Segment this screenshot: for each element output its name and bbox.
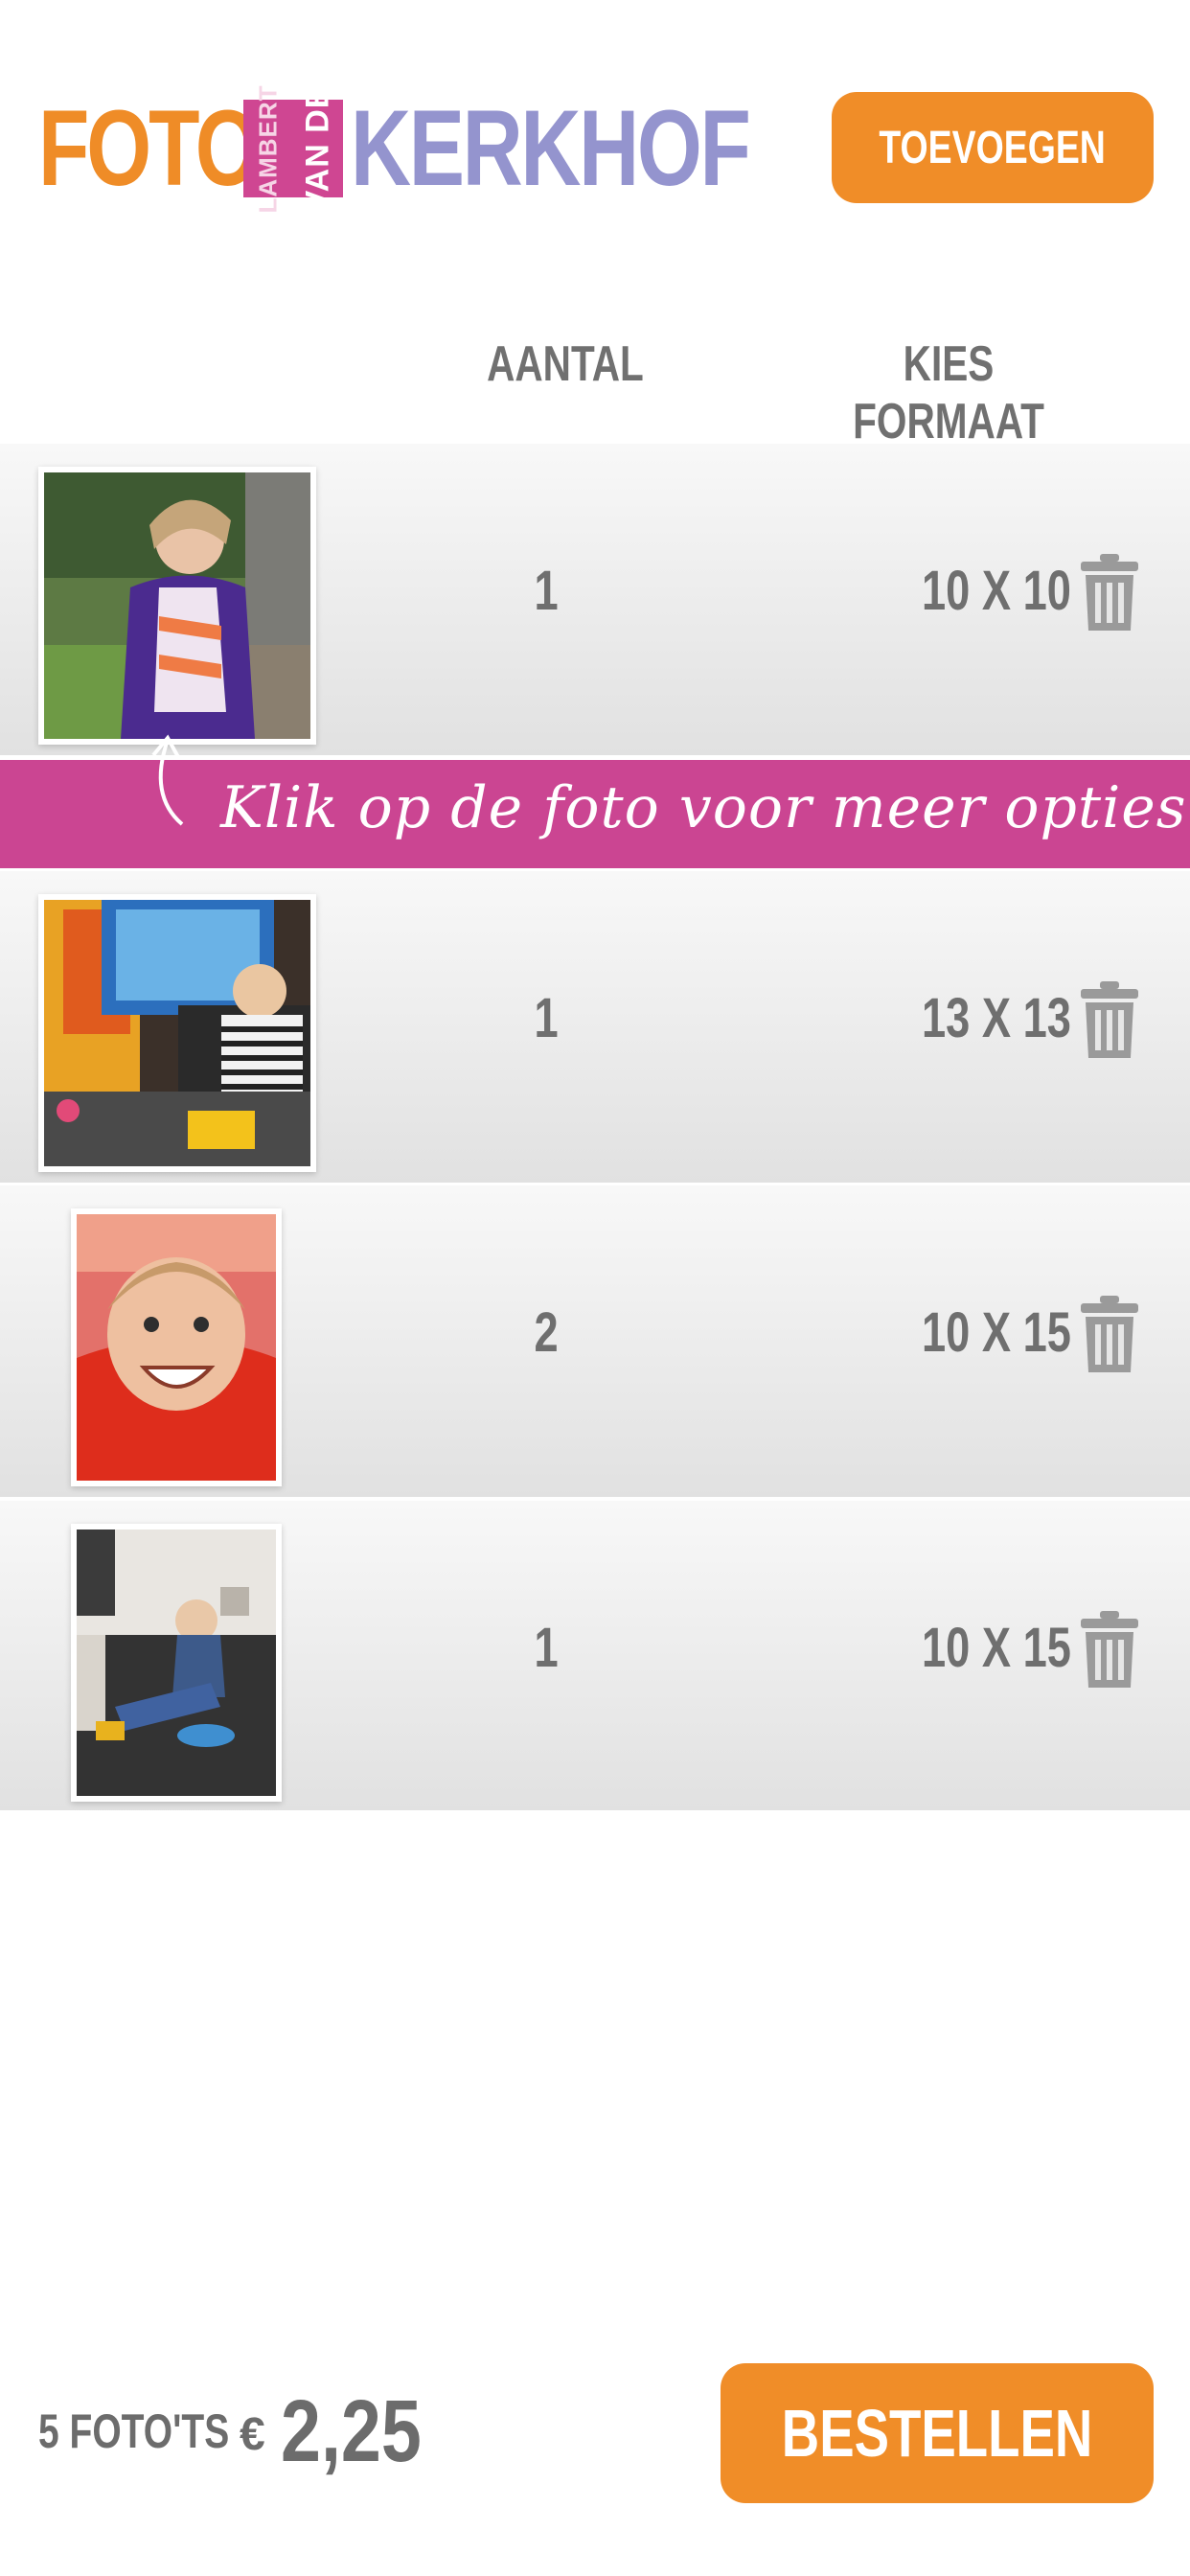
- trash-icon[interactable]: [1081, 1296, 1138, 1374]
- quantity-text: 2: [534, 1301, 559, 1364]
- logo-kerkhof: KERKHOF: [351, 88, 751, 208]
- column-header-format-label: KIES FORMAAT: [853, 336, 1044, 449]
- order-button-label: BESTELLEN: [781, 2396, 1093, 2471]
- logo-lambert: LAMBERT: [253, 83, 283, 214]
- column-header-format: KIES FORMAAT: [786, 335, 1111, 450]
- brand-logo: FOTO LAMBERT VAN DE KERKHOF: [38, 84, 751, 213]
- quantity-value[interactable]: 2: [479, 1300, 613, 1365]
- curved-arrow-icon: [151, 734, 184, 826]
- format-text: 10 X 15: [922, 1301, 1071, 1364]
- column-header-quantity: AANTAL: [450, 335, 680, 393]
- total-amount: 2,25: [280, 2382, 422, 2480]
- photo-row: 1 10 X 15: [0, 1498, 1190, 1810]
- trash-icon[interactable]: [1081, 1611, 1138, 1690]
- photo-thumbnail[interactable]: [38, 894, 316, 1172]
- order-button[interactable]: BESTELLEN: [721, 2363, 1154, 2503]
- add-photo-label: TOEVOEGEN: [879, 122, 1107, 173]
- photo-image: [77, 1530, 276, 1796]
- trash-icon[interactable]: [1081, 554, 1138, 632]
- logo-van-de: VAN DE: [299, 85, 336, 212]
- column-header-quantity-label: AANTAL: [487, 336, 644, 392]
- format-text: 13 X 13: [922, 987, 1071, 1049]
- quantity-text: 1: [534, 560, 559, 622]
- trash-icon[interactable]: [1081, 981, 1138, 1060]
- photo-row: 1 13 X 13: [0, 868, 1190, 1183]
- photo-thumbnail[interactable]: [71, 1208, 282, 1486]
- hint-text: Klik op de foto voor meer opties: [220, 774, 1187, 841]
- total-price: €2,25: [240, 2381, 452, 2482]
- photo-image: [44, 472, 310, 739]
- photo-thumbnail[interactable]: [38, 467, 316, 745]
- photo-count-text: 5 FOTO'TS: [38, 2404, 230, 2458]
- quantity-value[interactable]: 1: [479, 986, 613, 1050]
- photo-image: [77, 1214, 276, 1481]
- photo-row: 1 10 X 10: [0, 441, 1190, 755]
- add-photo-button[interactable]: TOEVOEGEN: [832, 92, 1154, 203]
- currency-symbol: €: [240, 2409, 265, 2460]
- format-text: 10 X 10: [922, 560, 1071, 622]
- format-text: 10 X 15: [922, 1617, 1071, 1679]
- quantity-value[interactable]: 1: [479, 1616, 613, 1680]
- logo-badge: LAMBERT VAN DE: [243, 84, 343, 213]
- photo-thumbnail[interactable]: [71, 1524, 282, 1802]
- photo-row: 2 10 X 15: [0, 1183, 1190, 1497]
- photo-image: [44, 900, 310, 1166]
- quantity-text: 1: [534, 987, 559, 1049]
- logo-foto: FOTO: [38, 88, 261, 208]
- quantity-text: 1: [534, 1617, 559, 1679]
- quantity-value[interactable]: 1: [479, 559, 613, 623]
